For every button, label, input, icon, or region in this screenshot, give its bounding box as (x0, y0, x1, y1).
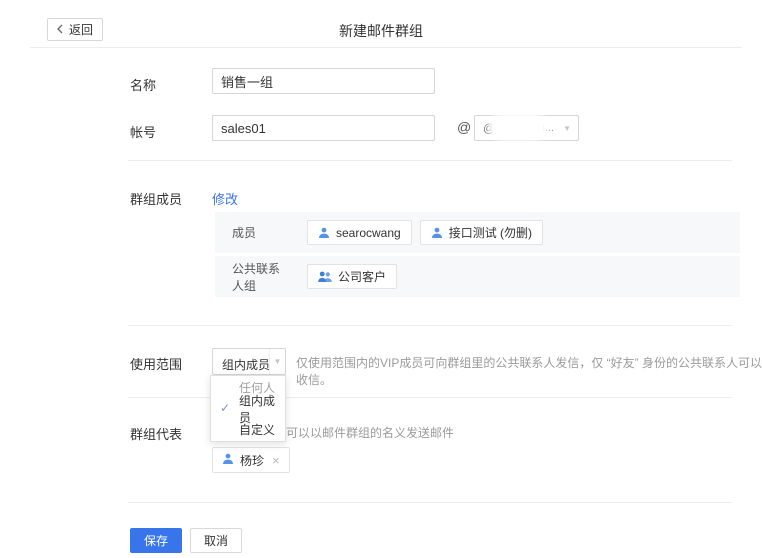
member-tag-label: searocwang (336, 226, 401, 240)
representative-tag[interactable]: 杨珍 × (212, 447, 290, 473)
section-divider (128, 160, 732, 161)
representative-label: 群组代表 (130, 424, 182, 443)
members-row-label: 成员 (232, 224, 290, 241)
members-row: 成员 searocwang 接口测试 (勿删) (215, 212, 740, 253)
contact-group-row-label: 公共联系人组 (232, 260, 290, 294)
member-tag-label: 接口测试 (勿删) (449, 224, 532, 241)
cancel-button[interactable]: 取消 (190, 528, 242, 553)
chevron-down-icon: ▼ (269, 349, 285, 374)
scope-option-label: 自定义 (239, 421, 275, 438)
scope-select[interactable]: 组内成员 ▼ (212, 348, 286, 375)
scope-hint-text: 仅使用范围内的VIP成员可向群组里的公共联系人发信，仅 “好友” 身份的公共联系… (296, 354, 762, 388)
name-label: 名称 (130, 75, 156, 94)
contact-group-row: 公共联系人组 公司客户 (215, 256, 740, 297)
group-icon (318, 271, 332, 283)
person-icon (222, 453, 234, 468)
remove-icon[interactable]: × (272, 453, 280, 468)
check-icon: ✓ (220, 401, 230, 415)
person-icon (431, 227, 443, 239)
account-input[interactable] (212, 115, 435, 141)
save-button[interactable]: 保存 (130, 528, 182, 553)
person-icon (318, 227, 330, 239)
representative-tag-label: 杨珍 (240, 452, 264, 469)
at-symbol: @ (457, 119, 471, 135)
member-tag[interactable]: 接口测试 (勿删) (420, 220, 543, 245)
contact-group-tag-label: 公司客户 (338, 268, 386, 285)
members-section-label: 群组成员 (130, 189, 182, 208)
chevron-down-icon: ▼ (563, 124, 571, 133)
scope-option-custom[interactable]: 自定义 (211, 419, 285, 440)
page-title: 新建邮件群组 (0, 21, 762, 41)
create-mail-group-page: 返回 新建邮件群组 名称 帐号 @ @ n... ▼ 群组成员 修改 成员 se… (0, 0, 762, 558)
header-divider (30, 47, 742, 48)
scope-selected-value: 组内成员 (222, 356, 270, 373)
scope-dropdown-menu: 任何人 ✓ 组内成员 自定义 (210, 375, 286, 442)
section-divider (128, 502, 732, 503)
account-label: 帐号 (130, 122, 156, 141)
representative-hint-text: 可以以邮件群组的名义发送邮件 (286, 424, 454, 441)
contact-group-tag[interactable]: 公司客户 (307, 264, 397, 289)
scope-label: 使用范围 (130, 354, 182, 373)
domain-select[interactable]: @ n... ▼ (474, 115, 579, 141)
modify-members-link[interactable]: 修改 (212, 189, 238, 208)
scope-option-group-members[interactable]: ✓ 组内成员 (211, 398, 285, 419)
section-divider (128, 325, 732, 326)
name-input[interactable] (212, 68, 435, 94)
member-tag[interactable]: searocwang (307, 220, 412, 245)
redaction-blur (493, 118, 543, 136)
